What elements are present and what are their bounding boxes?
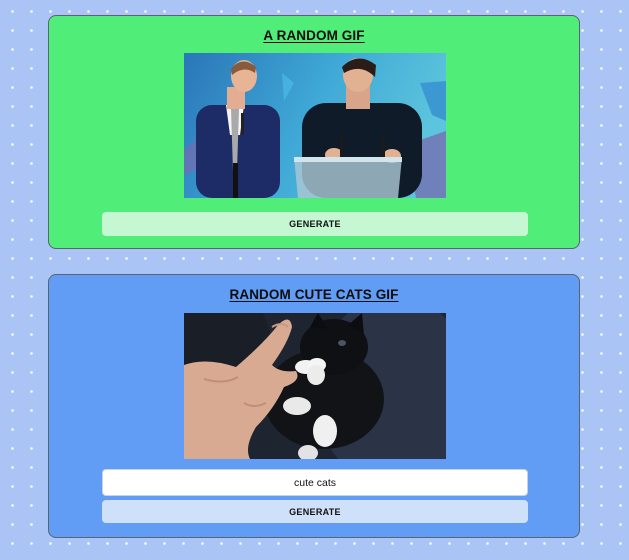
random-gif-title: A RANDOM GIF	[263, 28, 365, 43]
cats-generate-button[interactable]: GENERATE	[102, 500, 528, 523]
cats-gif-title: RANDOM CUTE CATS GIF	[229, 287, 399, 302]
random-generate-button[interactable]: GENERATE	[102, 212, 528, 236]
random-gif-card: A RANDOM GIF GENERATE	[48, 15, 580, 249]
random-gif-image	[184, 53, 446, 198]
cats-gif-image	[184, 313, 446, 459]
cats-gif-card: RANDOM CUTE CATS GIF cute cats GENERATE	[48, 274, 580, 538]
tag-search-input[interactable]	[102, 469, 528, 496]
